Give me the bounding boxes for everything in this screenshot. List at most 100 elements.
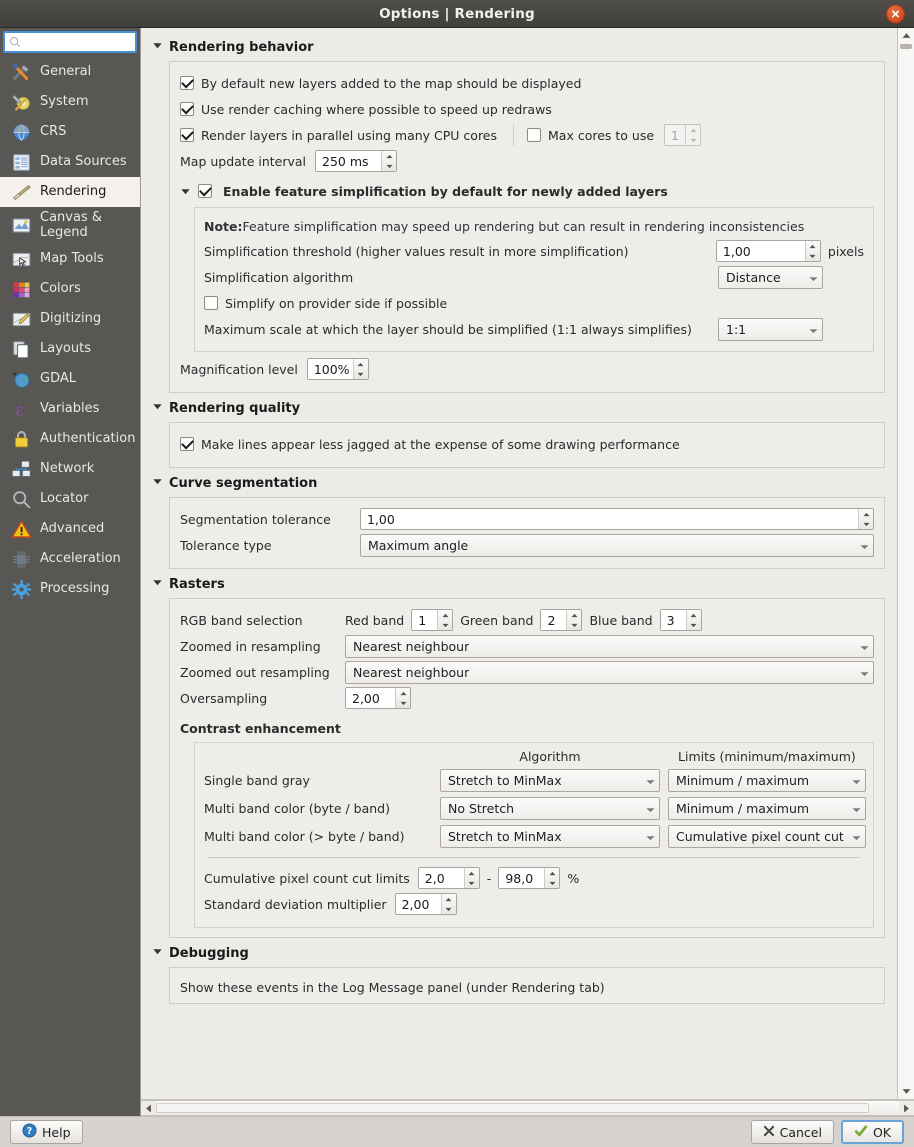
sidebar-item-network[interactable]: Network [0,454,140,484]
checkbox-antialias[interactable] [180,437,194,451]
collapse-triangle-icon[interactable] [152,946,163,961]
sidebar-item-general[interactable]: General [0,57,140,87]
spin-up-icon[interactable] [442,894,456,904]
sidebar-item-layouts[interactable]: Layouts [0,334,140,364]
spin-down-icon[interactable] [567,620,581,630]
simplification-collapse-triangle-icon[interactable] [180,186,191,197]
contrast-algorithm-combo-multi-band-gt-byte[interactable]: Stretch to MinMax [440,825,660,848]
red-band-spin-buttons[interactable] [437,610,452,630]
zoomed-in-resampling-combo[interactable]: Nearest neighbour [345,635,874,658]
sidebar-item-data-sources[interactable]: Data Sources [0,147,140,177]
spin-up-icon[interactable] [382,151,396,161]
segmentation-tolerance-spinbox[interactable]: 1,00 [360,508,874,530]
contrast-algorithm-combo-single-band-gray[interactable]: Stretch to MinMax [440,769,660,792]
sidebar-item-gdal[interactable]: GDAL [0,364,140,394]
checkbox-render-caching[interactable] [180,102,194,116]
sidebar-item-variables[interactable]: ε Variables [0,394,140,424]
collapse-triangle-icon[interactable] [152,476,163,491]
sidebar-item-crs[interactable]: CRS [0,117,140,147]
checkbox-enable-simplification[interactable] [198,184,212,198]
spin-up-icon[interactable] [438,610,452,620]
spin-up-icon[interactable] [567,610,581,620]
scroll-down-icon[interactable] [898,1084,914,1099]
sidebar-item-processing[interactable]: Processing [0,574,140,604]
checkbox-simplify-provider-side[interactable] [204,296,218,310]
simplification-algorithm-combo[interactable]: Distance [718,266,823,289]
zoomed-out-resampling-combo[interactable]: Nearest neighbour [345,661,874,684]
spin-up-icon[interactable] [686,125,700,135]
blue-band-spin-buttons[interactable] [686,610,701,630]
max-scale-combo[interactable]: 1:1 [718,318,823,341]
horizontal-scroll-track[interactable] [156,1101,899,1115]
sidebar-item-digitizing[interactable]: Digitizing [0,304,140,334]
std-dev-spinbox[interactable]: 2,00 [395,893,457,915]
blue-band-spinbox[interactable]: 3 [660,609,702,631]
sidebar-item-rendering[interactable]: Rendering [0,177,140,207]
scroll-left-icon[interactable] [141,1101,156,1115]
horizontal-scroll-thumb[interactable] [156,1103,869,1113]
horizontal-scrollbar[interactable] [141,1100,914,1116]
sidebar-item-acceleration[interactable]: Acceleration [0,544,140,574]
collapse-triangle-icon[interactable] [152,40,163,55]
contrast-limits-combo-multi-band-gt-byte[interactable]: Cumulative pixel count cut [668,825,866,848]
spin-down-icon[interactable] [545,878,559,888]
contrast-limits-combo-multi-band-byte[interactable]: Minimum / maximum [668,797,866,820]
checkbox-parallel-render[interactable] [180,128,194,142]
spin-up-icon[interactable] [396,688,410,698]
cut-limits-max-spin-buttons[interactable] [544,868,559,888]
cut-limits-min-spinbox[interactable]: 2,0 [418,867,480,889]
sidebar-item-authentication[interactable]: Authentication [0,424,140,454]
spin-up-icon[interactable] [806,241,820,251]
sidebar-item-map-tools[interactable]: Map Tools [0,244,140,274]
cancel-button[interactable]: Cancel [751,1120,834,1144]
cut-limits-max-spinbox[interactable]: 98,0 [498,867,560,889]
map-update-spin-buttons[interactable] [381,151,396,171]
spin-down-icon[interactable] [806,251,820,261]
checkbox-display-new-layers[interactable] [180,76,194,90]
close-icon[interactable] [886,4,905,23]
max-cores-spin-buttons[interactable] [685,125,700,145]
cut-limits-min-spin-buttons[interactable] [464,868,479,888]
simplification-threshold-spinbox[interactable]: 1,00 [716,240,821,262]
sidebar-item-advanced[interactable]: Advanced [0,514,140,544]
contrast-algorithm-combo-multi-band-byte[interactable]: No Stretch [440,797,660,820]
oversampling-spinbox[interactable]: 2,00 [345,687,411,709]
threshold-spin-buttons[interactable] [805,241,820,261]
vertical-scrollbar[interactable] [897,28,914,1099]
search-box[interactable] [3,31,137,53]
spin-down-icon[interactable] [438,620,452,630]
spin-down-icon[interactable] [859,519,873,529]
spin-up-icon[interactable] [465,868,479,878]
search-input[interactable] [24,35,131,49]
help-button[interactable]: ? Help [10,1120,83,1144]
max-cores-spinbox[interactable]: 1 [664,124,701,146]
section-header-rendering-quality[interactable]: Rendering quality [141,399,897,418]
spin-up-icon[interactable] [859,509,873,519]
spin-up-icon[interactable] [687,610,701,620]
spin-down-icon[interactable] [396,698,410,708]
contrast-limits-combo-single-band-gray[interactable]: Minimum / maximum [668,769,866,792]
section-header-debugging[interactable]: Debugging [141,944,897,963]
spin-down-icon[interactable] [465,878,479,888]
spin-up-icon[interactable] [545,868,559,878]
scroll-up-icon[interactable] [898,28,914,43]
green-band-spinbox[interactable]: 2 [540,609,582,631]
vertical-scroll-thumb[interactable] [900,44,912,49]
map-update-interval-spinbox[interactable]: 250 ms [315,150,397,172]
spin-down-icon[interactable] [382,161,396,171]
tolerance-spin-buttons[interactable] [858,509,873,529]
section-header-rasters[interactable]: Rasters [141,575,897,594]
spin-up-icon[interactable] [354,359,368,369]
red-band-spinbox[interactable]: 1 [411,609,453,631]
spin-down-icon[interactable] [686,135,700,145]
spin-down-icon[interactable] [354,369,368,379]
spin-down-icon[interactable] [687,620,701,630]
ok-button[interactable]: OK [841,1120,904,1144]
collapse-triangle-icon[interactable] [152,577,163,592]
tolerance-type-combo[interactable]: Maximum angle [360,534,874,557]
magnification-spinbox[interactable]: 100% [307,358,369,380]
green-band-spin-buttons[interactable] [566,610,581,630]
sidebar-item-locator[interactable]: Locator [0,484,140,514]
scroll-right-icon[interactable] [899,1101,914,1115]
sidebar-item-colors[interactable]: Colors [0,274,140,304]
